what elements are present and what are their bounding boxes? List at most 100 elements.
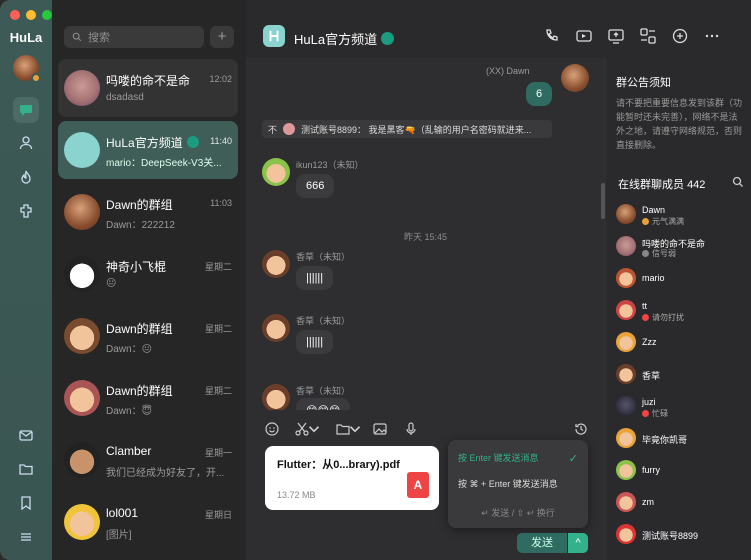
check-icon: ✓ bbox=[568, 453, 578, 465]
message-bubble[interactable]: |||||| bbox=[296, 330, 334, 354]
chat-avatar bbox=[64, 442, 100, 478]
fire-icon bbox=[21, 170, 31, 184]
member-item[interactable]: furry bbox=[616, 457, 746, 483]
emoji-button[interactable] bbox=[261, 418, 283, 440]
member-avatar bbox=[616, 332, 636, 352]
member-item[interactable]: zm bbox=[616, 489, 746, 515]
member-item[interactable]: tt 请勿打扰 bbox=[616, 297, 746, 323]
close-window-button[interactable] bbox=[10, 10, 20, 20]
phone-icon[interactable] bbox=[543, 27, 561, 45]
avatar[interactable] bbox=[262, 314, 290, 342]
message-bubble[interactable]: |||||| bbox=[296, 266, 334, 290]
member-status-text: 元气满满 bbox=[652, 217, 684, 226]
member-status-text: 请勿打扰 bbox=[652, 313, 684, 322]
send-options-toggle[interactable]: ^ bbox=[568, 533, 588, 553]
video-icon[interactable] bbox=[575, 27, 593, 45]
send-option-enter[interactable]: 按 Enter 键发送消息 bbox=[458, 451, 539, 464]
add-circle-icon[interactable] bbox=[671, 27, 689, 45]
member-avatar bbox=[616, 236, 636, 256]
avatar[interactable] bbox=[262, 250, 290, 278]
chat-avatar bbox=[64, 70, 100, 106]
chat-item[interactable]: 神奇小飞棍 星期二 😐 bbox=[58, 245, 238, 303]
member-search-icon[interactable] bbox=[732, 176, 744, 188]
member-name: 香草 bbox=[642, 371, 661, 381]
members-count: 442 bbox=[687, 179, 706, 191]
announcement-title: 群公告须知 bbox=[616, 77, 671, 89]
chevron-down-icon[interactable] bbox=[308, 418, 320, 440]
member-item[interactable]: 吗喽的命不是命 信号弱 bbox=[616, 233, 746, 259]
member-status-text: 信号弱 bbox=[652, 249, 676, 258]
chat-name: Dawn的群组 bbox=[106, 198, 173, 212]
chat-name: lol001 bbox=[106, 506, 139, 520]
channel-title: HuLa官方频道 bbox=[294, 32, 378, 47]
message-area[interactable]: (XX) Dawn 6 不 测试账号8899： 我是黑客🔫（乱输的用户名密码就进… bbox=[246, 58, 605, 410]
member-avatar bbox=[616, 204, 636, 224]
chat-item-active[interactable]: HuLa官方频道 11:40 mario：DeepSeek-V3关... bbox=[58, 121, 238, 179]
member-avatar bbox=[616, 428, 636, 448]
contacts-icon bbox=[19, 136, 33, 150]
avatar[interactable] bbox=[561, 64, 589, 92]
chat-preview: [图片] bbox=[106, 530, 132, 541]
minimize-window-button[interactable] bbox=[26, 10, 36, 20]
message-nav-button[interactable] bbox=[13, 97, 39, 123]
plugins-nav-button[interactable] bbox=[13, 198, 39, 224]
message-bubble[interactable]: 6 bbox=[526, 82, 553, 106]
chat-item[interactable]: Dawn的群组 星期二 Dawn：😐 bbox=[58, 307, 238, 365]
member-item[interactable]: 测试账号8899 bbox=[616, 521, 746, 547]
member-item[interactable]: juzi 忙碌 bbox=[616, 393, 746, 419]
file-attachment-card[interactable]: Flutter：从0...brary).pdf 13.72 MB A bbox=[265, 446, 439, 510]
composer-toolbar bbox=[246, 418, 605, 442]
maximize-window-button[interactable] bbox=[42, 10, 52, 20]
menu-nav-button[interactable] bbox=[13, 524, 39, 550]
message-bubble[interactable]: 666 bbox=[296, 174, 335, 198]
member-item[interactable]: mario bbox=[616, 265, 746, 291]
member-item[interactable]: 香草 bbox=[616, 361, 746, 387]
group-info-panel: 群公告须知 请不要把重要信息发到该群（功能暂时还未完善），网络不是法外之地，请遵… bbox=[605, 58, 751, 560]
my-avatar[interactable] bbox=[13, 55, 41, 83]
apps-icon[interactable] bbox=[639, 27, 657, 45]
add-button[interactable]: + bbox=[210, 26, 234, 48]
image-button[interactable] bbox=[369, 418, 391, 440]
chat-item[interactable]: 吗喽的命不是命 12:02 dsadasd bbox=[58, 59, 238, 117]
sender-name: 香草（未知） bbox=[296, 386, 351, 396]
history-button[interactable] bbox=[570, 418, 592, 440]
hot-nav-button[interactable] bbox=[13, 164, 39, 190]
file-size: 13.72 MB bbox=[277, 490, 316, 500]
history-icon bbox=[575, 423, 587, 435]
send-button[interactable]: 发送 bbox=[517, 533, 567, 553]
mail-nav-button[interactable] bbox=[13, 422, 39, 448]
chat-preview: mario：DeepSeek-V3关... bbox=[106, 158, 222, 169]
voice-button[interactable] bbox=[400, 418, 422, 440]
avatar[interactable] bbox=[262, 158, 290, 186]
sender-name: 香草（未知） bbox=[296, 252, 351, 262]
chat-preview: 😐 bbox=[106, 278, 117, 289]
member-name: zm bbox=[642, 497, 654, 507]
bookmark-icon bbox=[21, 496, 31, 511]
avatar[interactable] bbox=[262, 384, 290, 410]
app-name: HuLa bbox=[9, 30, 43, 45]
search-input[interactable]: 搜索 bbox=[64, 26, 204, 48]
member-avatar bbox=[616, 268, 636, 288]
member-avatar bbox=[616, 460, 636, 480]
message-bubble[interactable]: 😊😊😊 bbox=[296, 398, 351, 410]
chat-time: 12:02 bbox=[209, 74, 232, 84]
contacts-nav-button[interactable] bbox=[13, 130, 39, 156]
chat-item[interactable]: lol001 星期日 [图片] bbox=[58, 493, 238, 551]
more-icon[interactable] bbox=[703, 27, 721, 45]
sender-name: (XX) Dawn bbox=[486, 66, 530, 76]
chat-item[interactable]: Dawn的群组 11:03 Dawn：222212 bbox=[58, 183, 238, 241]
member-name: Zzz bbox=[642, 337, 657, 347]
member-item[interactable]: Dawn 元气满满 bbox=[616, 201, 746, 227]
member-item[interactable]: 毕竟你凯哥 bbox=[616, 425, 746, 451]
announcement-message[interactable]: 不 测试账号8899： 我是黑客🔫（乱输的用户名密码就进来... bbox=[262, 120, 552, 138]
member-name: juzi bbox=[642, 397, 656, 407]
send-option-cmd-enter[interactable]: 按 ⌘ + Enter 键发送消息 bbox=[458, 477, 558, 490]
folder-nav-button[interactable] bbox=[13, 456, 39, 482]
member-item[interactable]: Zzz bbox=[616, 329, 746, 355]
chat-preview: 我们已经成为好友了，开... bbox=[106, 468, 225, 479]
bookmark-nav-button[interactable] bbox=[13, 490, 39, 516]
screen-share-icon[interactable] bbox=[607, 27, 625, 45]
chat-item[interactable]: Clamber 星期一 我们已经成为好友了，开... bbox=[58, 431, 238, 489]
chat-item[interactable]: Dawn的群组 星期二 Dawn：😇 bbox=[58, 369, 238, 427]
chevron-down-icon[interactable] bbox=[349, 418, 361, 440]
